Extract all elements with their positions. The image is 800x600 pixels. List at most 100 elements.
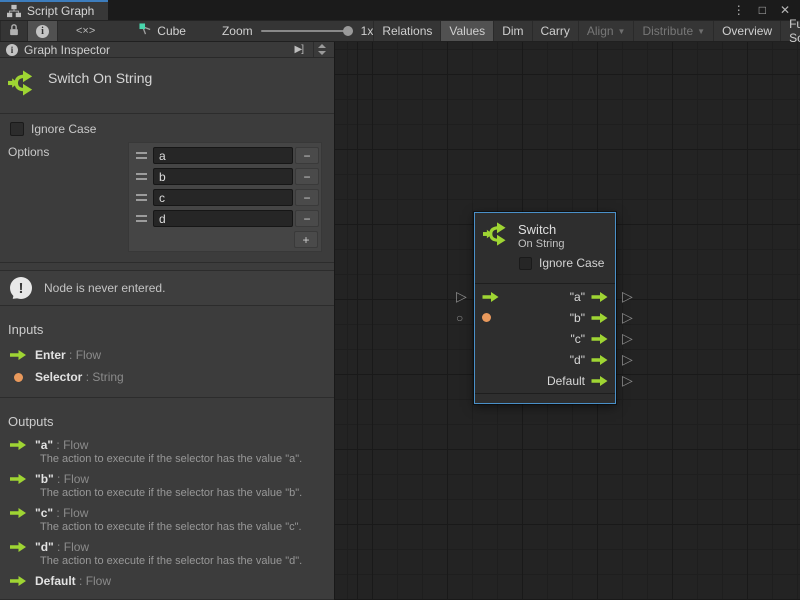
remove-option-button[interactable]: − (295, 147, 319, 164)
relations-button[interactable]: Relations (373, 21, 441, 41)
remove-option-button[interactable]: − (295, 210, 319, 227)
option-value-field[interactable]: b (153, 168, 293, 185)
toolbar-buttons: Relations Values Dim Carry Align ▼ Distr… (373, 21, 800, 41)
output-d-port-handle-icon[interactable]: ▷ (622, 351, 633, 368)
drag-handle-icon[interactable] (131, 152, 151, 159)
option-value-field[interactable]: d (153, 210, 293, 227)
enter-port-handle-icon[interactable]: ▷ (456, 288, 467, 305)
distribute-label: Distribute (642, 24, 693, 38)
outputs-section: Outputs "a" : Flow The action to execute… (0, 405, 334, 600)
lock-button[interactable] (0, 21, 28, 41)
full-screen-button[interactable]: Full Screen (781, 21, 800, 41)
zoom-control: Zoom 1x (222, 21, 373, 41)
option-row: c − (131, 187, 319, 208)
port-label: "b" (570, 311, 591, 325)
options-label: Options (8, 142, 49, 252)
node-body: "a" "b" "c" "d" (475, 284, 615, 393)
tab-bar: Script Graph ⋮ □ ✕ (0, 0, 800, 20)
chevron-down-icon: ▼ (618, 27, 626, 36)
port-type: Flow (64, 472, 89, 486)
tab-script-graph[interactable]: Script Graph (0, 0, 108, 20)
inspector-toggle-button[interactable]: i (28, 21, 58, 41)
port-description: The action to execute if the selector ha… (40, 555, 326, 568)
distribute-dropdown[interactable]: Distribute ▼ (634, 21, 714, 41)
port-name: Selector (35, 370, 82, 384)
input-port-row: Selector : String (8, 366, 326, 388)
script-graph-icon (7, 4, 21, 18)
tab-label: Script Graph (27, 4, 94, 18)
values-button[interactable]: Values (441, 21, 494, 41)
selector-value-dot-icon (482, 313, 491, 322)
zoom-value: 1x (361, 24, 374, 38)
selector-port-handle-icon[interactable]: ○ (456, 310, 463, 327)
port-type: String (92, 370, 123, 384)
ignore-case-checkbox[interactable] (10, 122, 24, 136)
output-port-row: "c" (475, 328, 615, 349)
dim-button[interactable]: Dim (494, 21, 532, 41)
warning-icon: ! (10, 277, 32, 299)
warning-message: ! Node is never entered. (0, 270, 334, 306)
node-title: Switch (518, 222, 564, 237)
remove-option-button[interactable]: − (295, 168, 319, 185)
drag-handle-icon[interactable] (131, 215, 151, 222)
inputs-section: Inputs Enter : Flow Selector : String (0, 313, 334, 398)
lock-icon (8, 23, 20, 39)
output-b-port-handle-icon[interactable]: ▷ (622, 309, 633, 326)
flow-arrow-icon (10, 508, 26, 518)
remove-option-button[interactable]: − (295, 189, 319, 206)
flow-arrow-icon (10, 474, 26, 484)
dock-panel-icon[interactable]: ▶] (291, 44, 307, 55)
flow-arrow-icon (10, 542, 26, 552)
port-name: "b" (35, 472, 54, 486)
switch-node-icon (483, 220, 511, 251)
overview-button[interactable]: Overview (714, 21, 781, 41)
option-row: d − (131, 208, 319, 229)
output-flow-arrow-icon (591, 292, 608, 302)
selector-port-row: "b" (475, 307, 615, 328)
graph-inspector-panel: i Graph Inspector ▶] (0, 42, 335, 600)
zoom-label: Zoom (222, 24, 253, 38)
node-ignore-case-checkbox[interactable] (519, 257, 532, 270)
node-title-card: Switch On String (0, 58, 334, 114)
zoom-slider-handle[interactable] (343, 26, 353, 36)
node-footer (475, 394, 615, 403)
output-c-port-handle-icon[interactable]: ▷ (622, 330, 633, 347)
graph-reference-breadcrumb[interactable]: Cube (139, 21, 186, 41)
port-name: "d" (35, 540, 54, 554)
port-type: Flow (76, 348, 101, 362)
output-port-row: "c" : Flow (8, 504, 326, 522)
full-screen-label: Full Screen (789, 17, 800, 45)
graph-canvas[interactable]: Switch On String Ignore Case "a" (335, 42, 800, 600)
port-type: Flow (64, 540, 89, 554)
add-option-button[interactable]: + (294, 231, 318, 248)
value-dot-icon (10, 373, 26, 382)
port-label: Default (547, 374, 591, 388)
window-maximize-icon[interactable]: □ (759, 3, 766, 17)
node-ignore-case-label: Ignore Case (539, 256, 604, 270)
port-description: The action to execute if the selector ha… (40, 487, 326, 500)
window-close-icon[interactable]: ✕ (780, 3, 790, 17)
drag-handle-icon[interactable] (131, 173, 151, 180)
option-value-field[interactable]: c (153, 189, 293, 206)
switch-on-string-node[interactable]: Switch On String Ignore Case "a" (474, 212, 616, 404)
script-graph-window: Script Graph ⋮ □ ✕ i <×> (0, 0, 800, 600)
graph-asset-icon (139, 23, 152, 39)
output-a-port-handle-icon[interactable]: ▷ (622, 288, 633, 305)
flow-arrow-icon (10, 440, 26, 450)
output-default-port-handle-icon[interactable]: ▷ (622, 372, 633, 389)
zoom-slider[interactable] (261, 30, 353, 32)
flow-arrow-icon (10, 576, 26, 586)
scroll-up-icon[interactable] (318, 44, 326, 48)
code-preview-button[interactable]: <×> (58, 21, 113, 41)
graph-ref-label: Cube (157, 24, 186, 38)
window-menu-icon[interactable]: ⋮ (733, 3, 745, 17)
port-description: The action to execute if the selector ha… (40, 521, 326, 534)
align-dropdown[interactable]: Align ▼ (579, 21, 635, 41)
options-list: a − b − c − (128, 142, 322, 252)
carry-button[interactable]: Carry (533, 21, 579, 41)
option-value-field[interactable]: a (153, 147, 293, 164)
drag-handle-icon[interactable] (131, 194, 151, 201)
scroll-down-icon[interactable] (318, 51, 326, 55)
output-port-row: "b" : Flow (8, 470, 326, 488)
output-flow-arrow-icon (591, 334, 608, 344)
